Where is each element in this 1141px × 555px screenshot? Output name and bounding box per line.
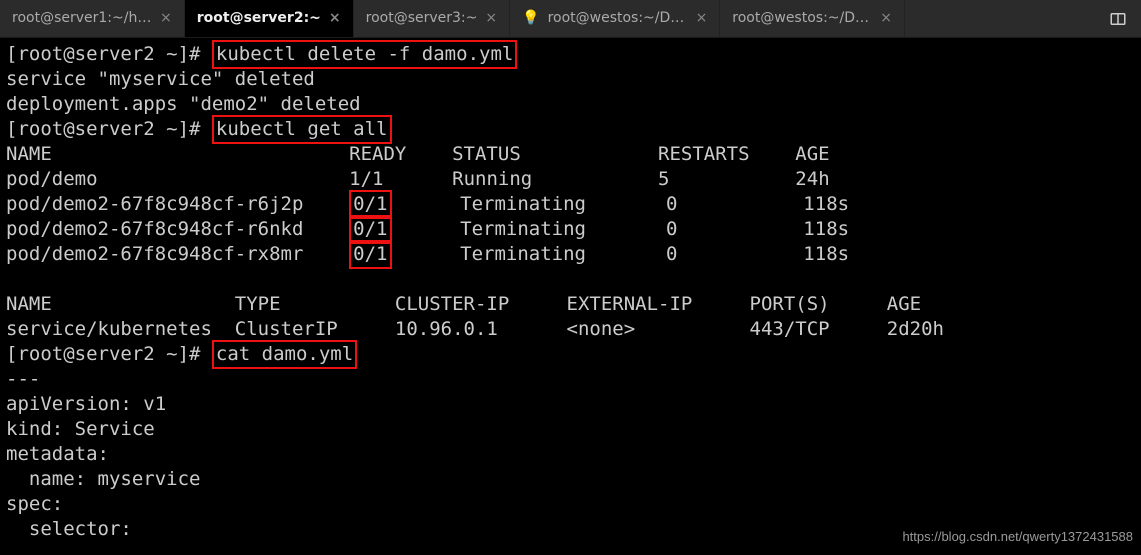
yaml-line: selector: <box>6 518 132 540</box>
term-line: NAME READY STATUS RESTARTS AGE <box>6 142 1135 167</box>
shell-prompt: [root@server2 ~]# <box>6 118 212 140</box>
pod-name: pod/demo2-67f8c948cf-r6j2p <box>6 193 349 215</box>
term-line: metadata: <box>6 442 1135 467</box>
svc-row: service/kubernetes ClusterIP 10.96.0.1 <… <box>6 318 944 340</box>
term-line: kind: Service <box>6 417 1135 442</box>
pod-row: pod/demo2-67f8c948cf-rx8mr 0/1 Terminati… <box>6 242 1135 267</box>
pod-name: pod/demo2-67f8c948cf-r6nkd <box>6 218 349 240</box>
close-icon[interactable]: × <box>696 6 708 31</box>
bulb-icon: 💡 <box>522 6 539 31</box>
term-line: name: myservice <box>6 467 1135 492</box>
term-line: selector: <box>6 517 1135 542</box>
pod-name: pod/demo2-67f8c948cf-rx8mr <box>6 243 349 265</box>
term-line: service/kubernetes ClusterIP 10.96.0.1 <… <box>6 317 1135 342</box>
tab-title: root@westos:~/Desk… <box>732 6 872 31</box>
pad <box>392 243 461 265</box>
cmd-cat-yaml: cat damo.yml <box>212 340 357 369</box>
tab-bar: root@server1:~/harb… × root@server2:~ × … <box>0 0 1141 38</box>
pod-ready: 0/1 <box>349 240 391 269</box>
yaml-line: metadata: <box>6 443 109 465</box>
output-text: service "myservice" deleted <box>6 68 315 90</box>
pad <box>392 218 461 240</box>
split-pane-icon[interactable] <box>1095 0 1141 37</box>
pod-rest: Terminating 0 118s <box>460 243 849 265</box>
term-line: deployment.apps "demo2" deleted <box>6 92 1135 117</box>
close-icon[interactable]: × <box>485 6 497 31</box>
yaml-line: apiVersion: v1 <box>6 393 166 415</box>
tab-title: root@server2:~ <box>197 6 321 31</box>
tab-title: root@server3:~ <box>366 6 478 31</box>
pod-row: pod/demo2-67f8c948cf-r6j2p 0/1 Terminati… <box>6 192 1135 217</box>
cmd-kubectl-get-all: kubectl get all <box>212 115 392 144</box>
tab-westos-1[interactable]: 💡 root@westos:~/Desk… × <box>510 0 720 37</box>
cmd-kubectl-delete: kubectl delete -f damo.yml <box>212 40 517 69</box>
tab-server2[interactable]: root@server2:~ × <box>185 0 354 37</box>
tab-server1[interactable]: root@server1:~/harb… × <box>0 0 185 37</box>
pod-rest: Running 5 24h <box>452 168 830 190</box>
term-line: NAME TYPE CLUSTER-IP EXTERNAL-IP PORT(S)… <box>6 292 1135 317</box>
term-line: apiVersion: v1 <box>6 392 1135 417</box>
yaml-line: spec: <box>6 493 63 515</box>
close-icon[interactable]: × <box>160 6 172 31</box>
pod-rest: Terminating 0 118s <box>460 193 849 215</box>
term-line: spec: <box>6 492 1135 517</box>
term-line: --- <box>6 367 1135 392</box>
svc-header: NAME TYPE CLUSTER-IP EXTERNAL-IP PORT(S)… <box>6 293 921 315</box>
tab-server3[interactable]: root@server3:~ × <box>354 0 510 37</box>
cmd-line: [root@server2 ~]# cat damo.yml <box>6 342 1135 367</box>
shell-prompt: [root@server2 ~]# <box>6 43 212 65</box>
tab-title: root@westos:~/Desk… <box>548 6 688 31</box>
pod-rest: Terminating 0 118s <box>460 218 849 240</box>
pad <box>384 168 453 190</box>
pod-row: pod/demo2-67f8c948cf-r6nkd 0/1 Terminati… <box>6 217 1135 242</box>
cmd-line: [root@server2 ~]# kubectl get all <box>6 117 1135 142</box>
term-line: service "myservice" deleted <box>6 67 1135 92</box>
pods-header: NAME READY STATUS RESTARTS AGE <box>6 143 830 165</box>
cmd-line: [root@server2 ~]# kubectl delete -f damo… <box>6 42 1135 67</box>
close-icon[interactable]: × <box>329 6 341 31</box>
yaml-line: name: myservice <box>6 468 200 490</box>
pod-row: pod/demo 1/1 Running 5 24h <box>6 167 1135 192</box>
shell-prompt: [root@server2 ~]# <box>6 343 212 365</box>
output-text: deployment.apps "demo2" deleted <box>6 93 361 115</box>
terminal-output[interactable]: [root@server2 ~]# kubectl delete -f damo… <box>0 38 1141 548</box>
tab-title: root@server1:~/harb… <box>12 6 152 31</box>
pad <box>392 193 461 215</box>
close-icon[interactable]: × <box>880 6 892 31</box>
tab-westos-2[interactable]: root@westos:~/Desk… × <box>720 0 905 37</box>
pod-name: pod/demo <box>6 168 349 190</box>
yaml-line: --- <box>6 368 40 390</box>
yaml-line: kind: Service <box>6 418 155 440</box>
pod-ready: 1/1 <box>349 168 383 190</box>
